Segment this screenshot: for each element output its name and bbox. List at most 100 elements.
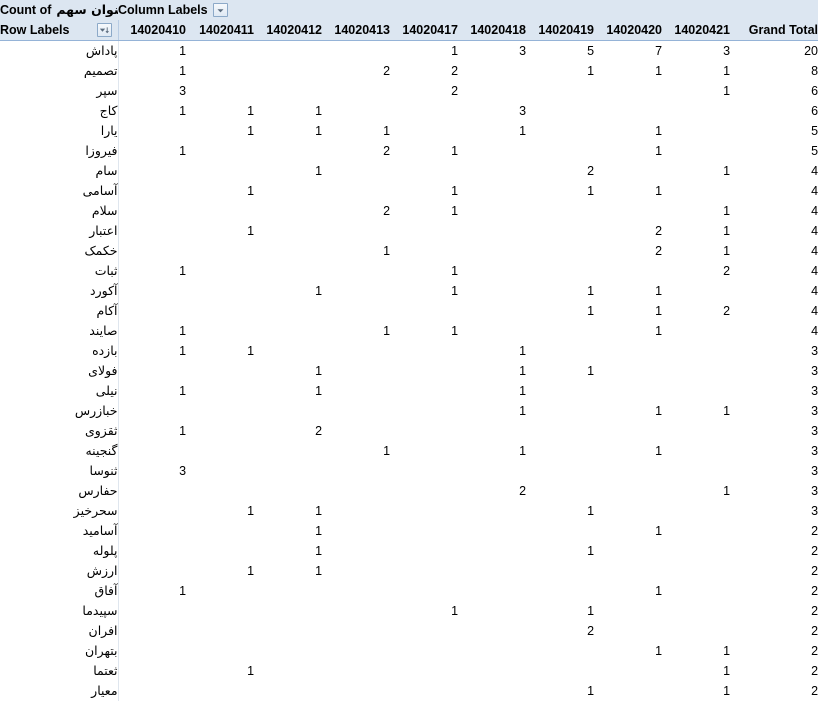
row-label-cell[interactable]: بازده (0, 341, 119, 361)
value-cell (458, 261, 527, 281)
column-header-14020421[interactable]: 14020421 (662, 20, 731, 41)
value-cell: 5 (526, 40, 595, 61)
value-cell (390, 441, 459, 461)
row-label-cell[interactable]: سپیدما (0, 601, 119, 621)
value-cell (662, 141, 731, 161)
row-label-cell[interactable]: حفارس (0, 481, 119, 501)
value-cell (662, 381, 731, 401)
value-cell (458, 601, 527, 621)
value-cell (186, 481, 255, 501)
column-header-14020411[interactable]: 14020411 (186, 20, 255, 41)
table-row: پاداش 1 1 3 5 7 3 20 (0, 40, 818, 61)
table-row: گنجینه 1 1 1 3 (0, 441, 818, 461)
value-cell (390, 121, 459, 141)
column-header-grand-total[interactable]: Grand Total (730, 20, 818, 41)
pivot-table: Count of عنوان سهم Column Labels (0, 0, 818, 701)
sort-filter-icon[interactable] (96, 23, 112, 37)
value-cell: 1 (662, 661, 731, 681)
pivot-body: پاداش 1 1 3 5 7 3 20 تصمیم 1 2 2 1 1 1 8 سپر 3 2 1 6 کاج 1 1 1 3 6… (0, 40, 818, 701)
value-cell (390, 161, 459, 181)
row-grand-total-cell: 4 (730, 281, 818, 301)
row-label-cell[interactable]: سحرخیز (0, 501, 119, 521)
row-label-cell[interactable]: اعتبار (0, 221, 119, 241)
row-grand-total-cell: 2 (730, 621, 818, 641)
value-field-label: Count of (0, 3, 52, 17)
value-cell (322, 501, 391, 521)
value-cell: 1 (662, 401, 731, 421)
row-label-cell[interactable]: گنجینه (0, 441, 119, 461)
column-header-14020418[interactable]: 14020418 (458, 20, 527, 41)
value-cell (594, 261, 663, 281)
value-cell (458, 581, 527, 601)
row-label-cell[interactable]: فولای (0, 361, 119, 381)
value-cell (118, 641, 187, 661)
row-label-cell[interactable]: بتهران (0, 641, 119, 661)
value-cell (390, 341, 459, 361)
value-cell (118, 301, 187, 321)
value-cell (118, 241, 187, 261)
value-cell (322, 181, 391, 201)
row-label-cell[interactable]: یارا (0, 121, 119, 141)
value-cell (322, 641, 391, 661)
row-label-cell[interactable]: خبازرس (0, 401, 119, 421)
row-label-cell[interactable]: نیلی (0, 381, 119, 401)
row-label-cell[interactable]: ثقزوی (0, 421, 119, 441)
column-header-14020420[interactable]: 14020420 (594, 20, 663, 41)
column-header-14020417[interactable]: 14020417 (390, 20, 459, 41)
value-cell (390, 541, 459, 561)
row-label-cell[interactable]: آکام (0, 301, 119, 321)
row-label-cell[interactable]: ارزش (0, 561, 119, 581)
row-label-cell[interactable]: آسامید (0, 521, 119, 541)
value-cell (662, 501, 731, 521)
row-label-cell[interactable]: ثنوسا (0, 461, 119, 481)
row-label-cell[interactable]: پاداش (0, 40, 119, 61)
value-cell: 1 (594, 321, 663, 341)
value-cell (254, 61, 323, 81)
value-cell (390, 421, 459, 441)
row-label-cell[interactable]: آسامی (0, 181, 119, 201)
value-cell (526, 121, 595, 141)
row-label-cell[interactable]: افران (0, 621, 119, 641)
value-cell: 2 (322, 141, 391, 161)
value-cell: 1 (390, 201, 459, 221)
value-cell (186, 281, 255, 301)
value-cell (186, 401, 255, 421)
row-label-cell[interactable]: صایند (0, 321, 119, 341)
row-label-cell[interactable]: ثبات (0, 261, 119, 281)
row-label-cell[interactable]: پلوله (0, 541, 119, 561)
value-cell (322, 161, 391, 181)
row-label-cell[interactable]: معیار (0, 681, 119, 701)
column-header-14020419[interactable]: 14020419 (526, 20, 595, 41)
row-grand-total-cell: 3 (730, 401, 818, 421)
value-cell: 1 (254, 121, 323, 141)
table-row: خبازرس 1 1 1 3 (0, 401, 818, 421)
value-cell (390, 561, 459, 581)
row-label-cell[interactable]: تصمیم (0, 61, 119, 81)
value-cell: 1 (594, 61, 663, 81)
row-label-cell[interactable]: سپر (0, 81, 119, 101)
chevron-down-icon[interactable] (212, 3, 228, 17)
value-cell (662, 621, 731, 641)
value-cell (254, 641, 323, 661)
row-label-cell[interactable]: کاج (0, 101, 119, 121)
value-cell (458, 181, 527, 201)
value-cell: 1 (254, 561, 323, 581)
row-label-cell[interactable]: سام (0, 161, 119, 181)
column-header-14020412[interactable]: 14020412 (254, 20, 323, 41)
row-label-cell[interactable]: آکورد (0, 281, 119, 301)
header-filler-5 (526, 0, 595, 20)
value-cell (254, 441, 323, 461)
value-cell (662, 461, 731, 481)
value-cell: 2 (594, 241, 663, 261)
row-label-cell[interactable]: فیروزا (0, 141, 119, 161)
value-cell: 3 (118, 81, 187, 101)
column-header-14020413[interactable]: 14020413 (322, 20, 391, 41)
value-cell (186, 201, 255, 221)
value-cell (594, 101, 663, 121)
row-label-cell[interactable]: آفاق (0, 581, 119, 601)
row-label-cell[interactable]: خکمک (0, 241, 119, 261)
column-header-14020410[interactable]: 14020410 (118, 20, 187, 41)
value-cell (254, 661, 323, 681)
row-label-cell[interactable]: سلام (0, 201, 119, 221)
row-label-cell[interactable]: ثعتما (0, 661, 119, 681)
